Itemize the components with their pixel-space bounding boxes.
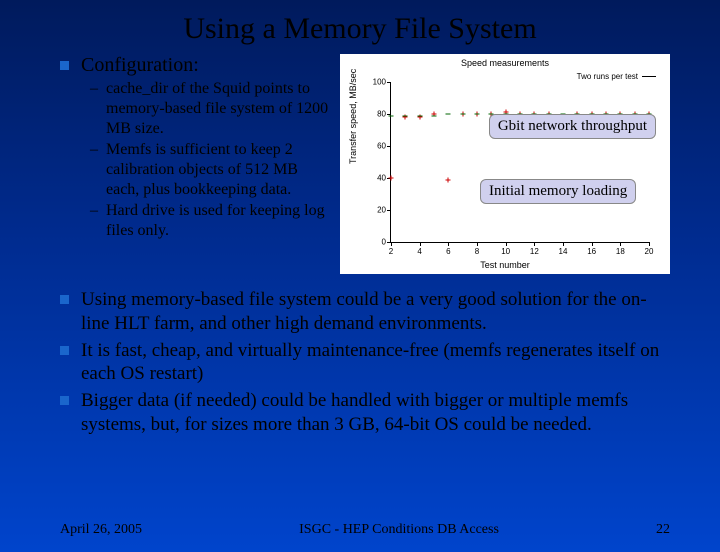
- callout-initial: Initial memory loading: [480, 179, 636, 204]
- footer-page: 22: [656, 522, 670, 538]
- bullet-icon: [60, 346, 69, 355]
- slide-content: Configuration: –cache_dir of the Squid p…: [0, 54, 720, 437]
- lower-bullets: Using memory-based file system could be …: [60, 288, 670, 437]
- speed-chart: Speed measurements Two runs per test Tra…: [340, 54, 670, 274]
- chart-xlabel: Test number: [340, 260, 670, 270]
- chart-plot-area: 0204060801002468101214161820: [390, 82, 649, 243]
- footer-center: ISGC - HEP Conditions DB Access: [299, 522, 499, 538]
- config-column: Configuration: –cache_dir of the Squid p…: [60, 54, 332, 274]
- config-item: –Memfs is sufficient to keep 2 calibrati…: [90, 140, 332, 200]
- footer-date: April 26, 2005: [60, 522, 142, 538]
- bullet-icon: [60, 61, 69, 70]
- config-item: –cache_dir of the Squid points to memory…: [90, 79, 332, 139]
- chart-title: Speed measurements: [340, 54, 670, 68]
- callout-gbit: Gbit network throughput: [489, 114, 656, 139]
- config-item: –Hard drive is used for keeping log file…: [90, 201, 332, 241]
- config-sublist: –cache_dir of the Squid points to memory…: [90, 79, 332, 241]
- bullet-icon: [60, 396, 69, 405]
- chart-ylabel: Transfer speed, MB/sec: [348, 69, 358, 164]
- slide-title: Using a Memory File System: [0, 12, 720, 46]
- config-heading: Configuration:: [81, 54, 199, 77]
- lower-item: Using memory-based file system could be …: [81, 288, 670, 336]
- lower-item: Bigger data (if needed) could be handled…: [81, 389, 670, 437]
- lower-item: It is fast, cheap, and virtually mainten…: [81, 339, 670, 387]
- chart-column: Speed measurements Two runs per test Tra…: [340, 54, 670, 274]
- chart-legend: Two runs per test: [577, 72, 656, 81]
- bullet-icon: [60, 295, 69, 304]
- slide-footer: April 26, 2005 ISGC - HEP Conditions DB …: [60, 522, 670, 538]
